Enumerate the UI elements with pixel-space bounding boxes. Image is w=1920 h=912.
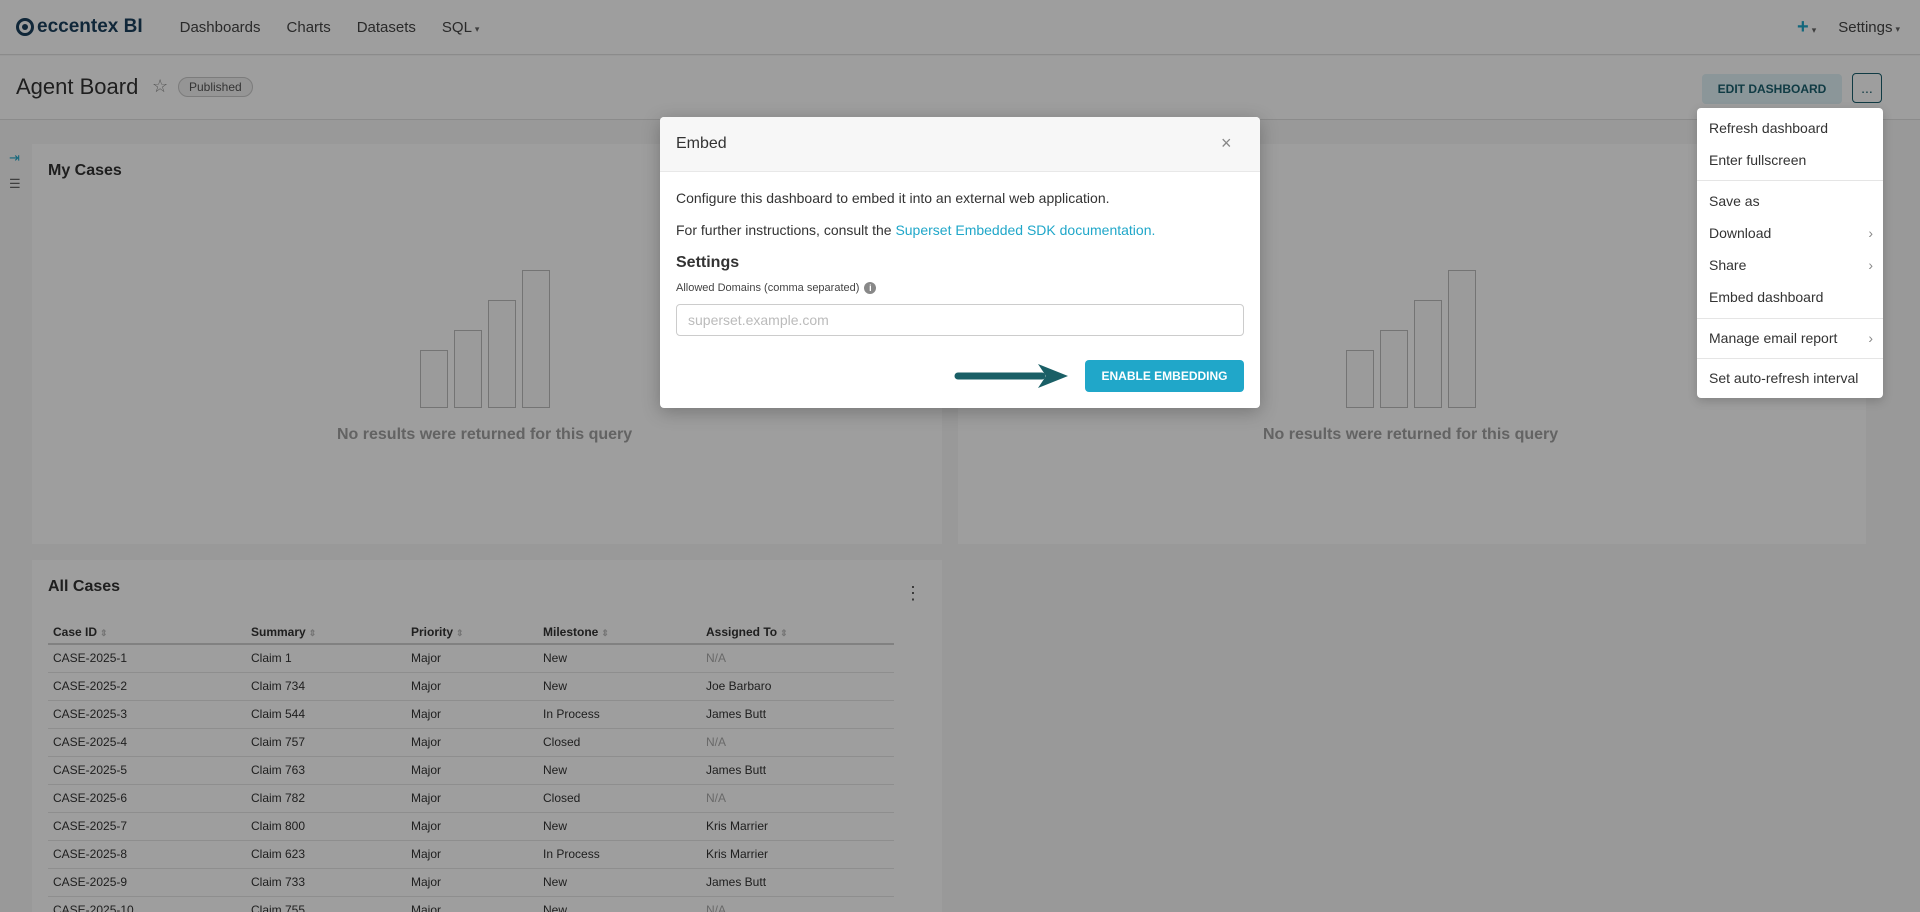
menu-item-share[interactable]: Share › [1709,257,1873,273]
chevron-right-icon: › [1868,257,1873,273]
menu-item-auto-refresh[interactable]: Set auto-refresh interval [1709,370,1873,386]
enable-embedding-button[interactable]: ENABLE EMBEDDING [1085,360,1244,392]
modal-title: Embed [676,135,727,152]
dashboard-actions-menu: Refresh dashboard Enter fullscreen Save … [1697,108,1883,398]
chevron-right-icon: › [1868,225,1873,241]
menu-item-download[interactable]: Download › [1709,225,1873,241]
annotation-arrow-icon [954,364,1068,388]
menu-divider [1697,318,1883,319]
field-label-text: Allowed Domains (comma separated) [676,282,860,294]
modal-instructions: For further instructions, consult the Su… [676,222,1155,238]
menu-item-email-report[interactable]: Manage email report › [1709,330,1873,346]
menu-divider [1697,180,1883,181]
embed-modal: Embed × Configure this dashboard to embe… [660,117,1260,408]
chevron-right-icon: › [1868,330,1873,346]
modal-description: Configure this dashboard to embed it int… [676,190,1110,206]
settings-heading: Settings [676,254,740,271]
menu-divider [1697,358,1883,359]
menu-item-refresh[interactable]: Refresh dashboard [1709,120,1873,136]
allowed-domains-label: Allowed Domains (comma separated) i [676,282,877,294]
menu-item-save-as[interactable]: Save as [1709,193,1873,209]
instructions-text: For further instructions, consult the [676,222,896,238]
menu-item-label: Share [1709,257,1747,273]
modal-header: Embed × [660,117,1260,172]
allowed-domains-input[interactable] [676,304,1244,336]
menu-item-label: Manage email report [1709,330,1838,346]
menu-item-fullscreen[interactable]: Enter fullscreen [1709,152,1873,168]
close-icon[interactable]: × [1221,133,1232,154]
menu-item-label: Download [1709,225,1772,241]
menu-item-embed[interactable]: Embed dashboard [1709,289,1873,305]
info-icon[interactable]: i [864,282,877,294]
sdk-docs-link[interactable]: Superset Embedded SDK documentation. [895,222,1155,238]
